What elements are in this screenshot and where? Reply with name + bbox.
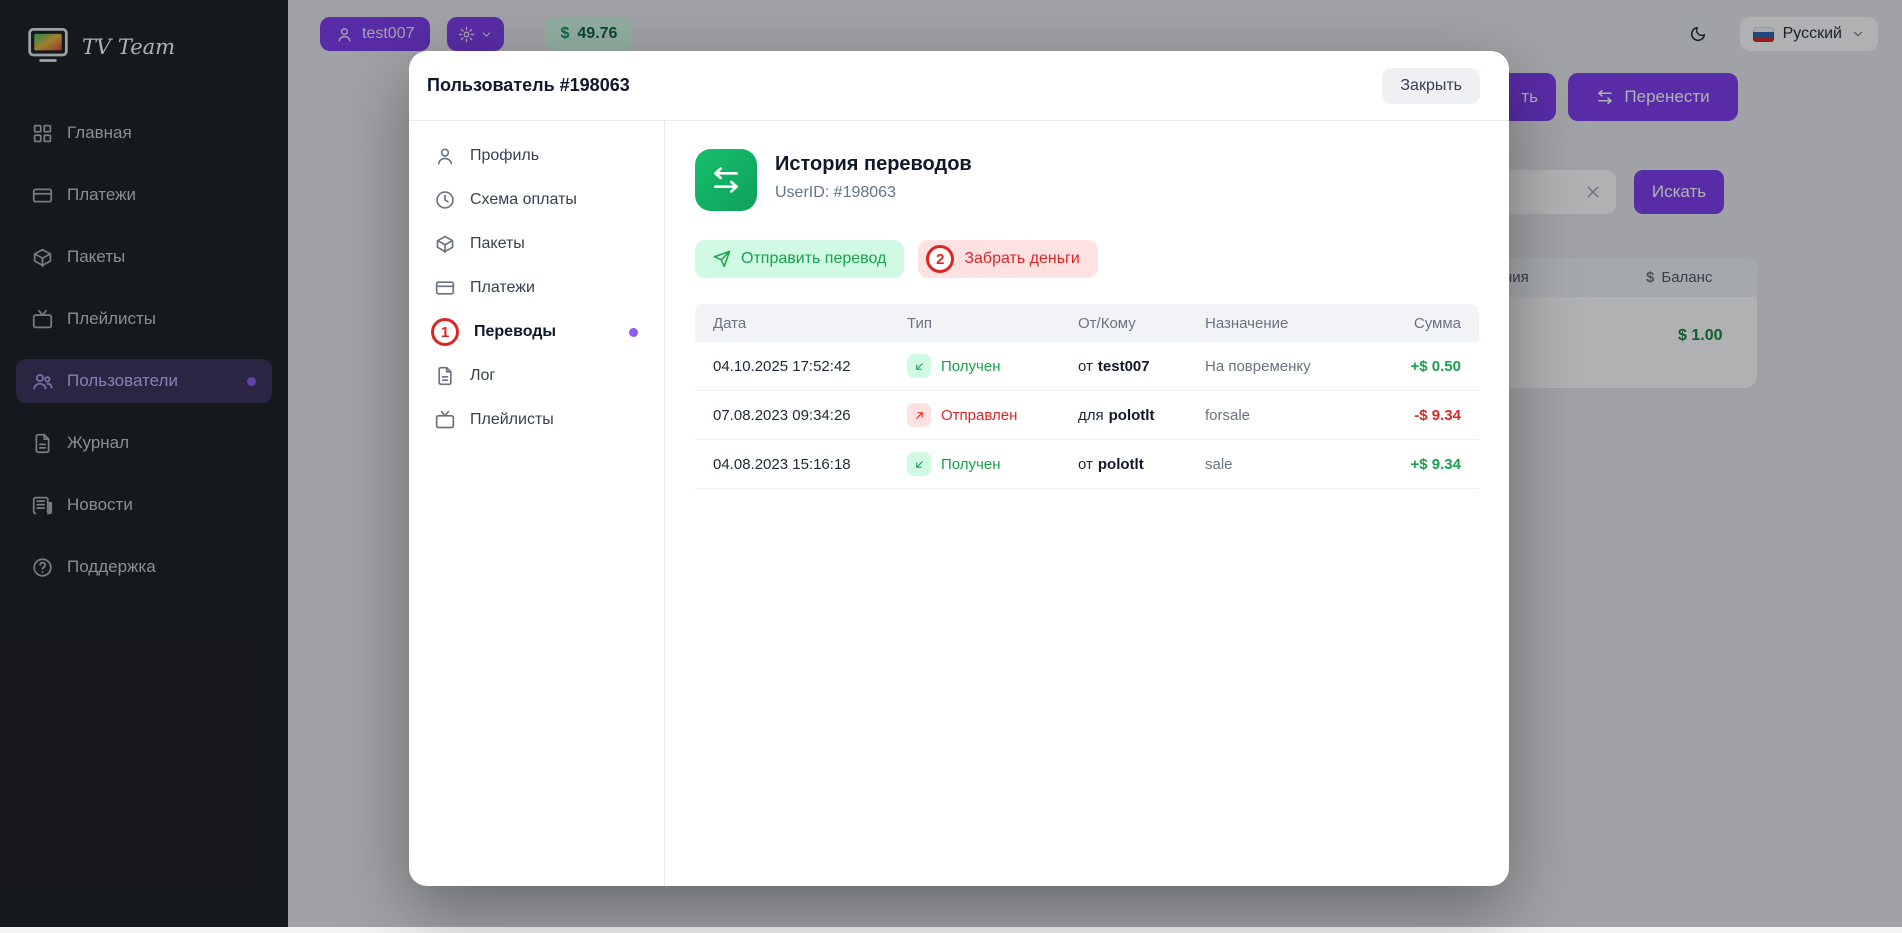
column-header-party: От/Кому <box>1078 315 1205 332</box>
page: TV Team Главная Платежи Пакеты <box>0 0 1902 933</box>
modal-nav-item[interactable]: Лог <box>423 354 650 398</box>
actions-row: Отправить перевод 2 Забрать деньги <box>695 240 1479 278</box>
transfer-purpose: forsale <box>1205 407 1359 424</box>
annotation-circle: 1 <box>431 318 459 346</box>
send-transfer-label: Отправить перевод <box>741 250 886 268</box>
transfer-party: от polotlt <box>1078 456 1205 473</box>
modal-nav-item-label: Схема оплаты <box>470 191 577 209</box>
transfer-type: Отправлен <box>907 403 1078 427</box>
take-money-button[interactable]: 2 Забрать деньги <box>918 240 1097 278</box>
column-header-amount: Сумма <box>1359 315 1479 332</box>
transfer-amount: +$ 9.34 <box>1359 456 1479 473</box>
transfer-row: 07.08.2023 09:34:26 Отправлен для polotlt… <box>695 391 1479 440</box>
modal-nav-item-label: Плейлисты <box>470 411 554 429</box>
transfer-type: Получен <box>907 452 1078 476</box>
transfers-table-rows: 04.10.2025 17:52:42 Получен от test007 На… <box>695 342 1479 489</box>
transfer-date: 07.08.2023 09:34:26 <box>695 407 907 424</box>
modal-nav-item[interactable]: Платежи <box>423 266 650 310</box>
annotation-circle: 2 <box>926 245 954 273</box>
transfer-row: 04.10.2025 17:52:42 Получен от test007 На… <box>695 342 1479 391</box>
modal-nav-item-icon <box>435 410 455 430</box>
modal-title: Пользователь #198063 <box>427 75 630 96</box>
modal-nav-item-label: Переводы <box>474 323 556 341</box>
modal-nav-item-label: Лог <box>470 367 495 385</box>
modal-header: Пользователь #198063 Закрыть <box>409 51 1509 120</box>
transfer-direction-icon <box>907 403 931 427</box>
modal-nav-item[interactable]: Профиль <box>423 134 650 178</box>
active-dot <box>629 328 638 337</box>
transfer-date: 04.10.2025 17:52:42 <box>695 358 907 375</box>
transfer-party: от test007 <box>1078 358 1205 375</box>
modal-nav-item[interactable]: Пакеты <box>423 222 650 266</box>
column-header-type: Тип <box>907 315 1078 332</box>
party-name: polotlt <box>1098 456 1144 473</box>
modal-nav-item-label: Платежи <box>470 279 535 297</box>
content-header-text: История переводов UserID: #198063 <box>775 149 972 202</box>
column-header-date: Дата <box>695 315 907 332</box>
transfers-icon <box>695 149 757 211</box>
transfer-amount: +$ 0.50 <box>1359 358 1479 375</box>
party-name: test007 <box>1098 358 1150 375</box>
transfer-amount: -$ 9.34 <box>1359 407 1479 424</box>
transfer-party: для polotlt <box>1078 407 1205 424</box>
transfer-direction-icon <box>907 354 931 378</box>
close-button[interactable]: Закрыть <box>1382 68 1480 104</box>
party-prefix: от <box>1078 456 1093 473</box>
column-header-purpose: Назначение <box>1205 315 1359 332</box>
modal-nav-item-icon <box>435 366 455 386</box>
modal-body: Профиль Схема оплаты Пакеты <box>409 120 1509 886</box>
transfers-table: Дата Тип От/Кому Назначение Сумма 04.10.… <box>695 304 1479 489</box>
horizontal-scrollbar[interactable] <box>0 927 1902 933</box>
transfer-purpose: На повременку <box>1205 358 1359 375</box>
take-money-label: Забрать деньги <box>964 250 1079 268</box>
party-name: polotlt <box>1109 407 1155 424</box>
content-subtitle: UserID: #198063 <box>775 184 972 202</box>
modal-nav-item-label: Профиль <box>470 147 539 165</box>
content-header: История переводов UserID: #198063 <box>695 149 1479 211</box>
send-icon <box>713 250 731 268</box>
transfer-date: 04.08.2023 15:16:18 <box>695 456 907 473</box>
modal-nav-item[interactable]: Плейлисты <box>423 398 650 442</box>
party-prefix: от <box>1078 358 1093 375</box>
user-modal: Пользователь #198063 Закрыть Профиль <box>409 51 1509 886</box>
transfers-table-header: Дата Тип От/Кому Назначение Сумма <box>695 304 1479 342</box>
modal-nav-item-icon <box>435 278 455 298</box>
transfer-type-label: Получен <box>941 456 1001 473</box>
modal-nav-item-icon <box>435 146 455 166</box>
party-prefix: для <box>1078 407 1104 424</box>
transfer-purpose: sale <box>1205 456 1359 473</box>
modal-content: История переводов UserID: #198063 Отправ… <box>665 121 1509 886</box>
transfer-row: 04.08.2023 15:16:18 Получен от polotlt sa… <box>695 440 1479 489</box>
modal-nav-item-icon <box>435 234 455 254</box>
transfer-direction-icon <box>907 452 931 476</box>
modal-nav-item[interactable]: Схема оплаты <box>423 178 650 222</box>
content-title: История переводов <box>775 153 972 176</box>
modal-nav-item-icon <box>435 190 455 210</box>
transfer-type-label: Отправлен <box>941 407 1017 424</box>
send-transfer-button[interactable]: Отправить перевод <box>695 240 904 278</box>
transfer-type-label: Получен <box>941 358 1001 375</box>
modal-nav-item-label: Пакеты <box>470 235 525 253</box>
transfer-type: Получен <box>907 354 1078 378</box>
modal-nav-item[interactable]: 1 Переводы <box>423 310 650 354</box>
modal-nav: Профиль Схема оплаты Пакеты <box>409 121 665 886</box>
